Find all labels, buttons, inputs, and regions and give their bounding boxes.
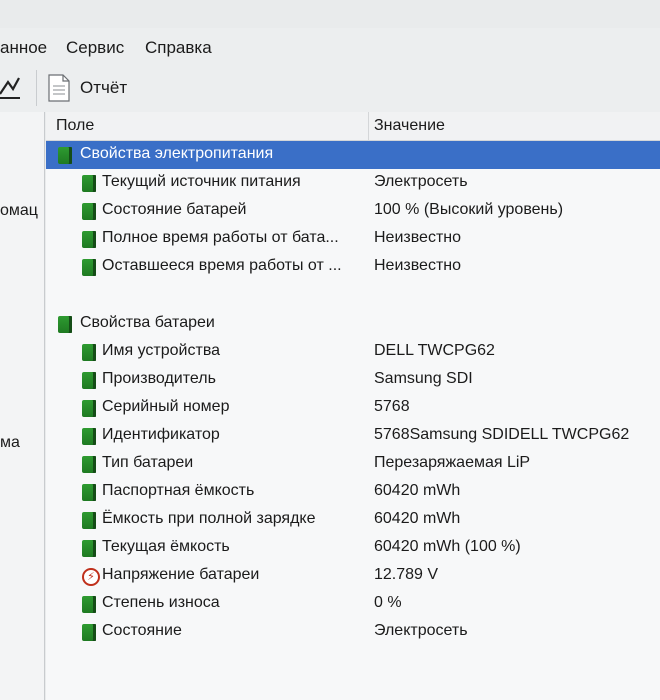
toolbar-separator [36,70,37,106]
nav-fragment[interactable]: омац [0,202,38,220]
battery-icon [82,484,96,501]
field-value: 5768Samsung SDIDELL TWCPG62 [374,426,630,443]
report-label: Отчёт [80,78,128,97]
battery-icon [82,259,96,276]
menu-bar: анное Сервис Справка [0,28,660,64]
table-row[interactable]: Состояние Электросеть [46,618,660,646]
battery-icon [82,512,96,529]
report-button[interactable]: Отчёт [48,72,127,104]
battery-icon [82,596,96,613]
chart-icon[interactable] [0,74,20,100]
battery-icon [82,231,96,248]
field-value: Электросеть [374,622,468,639]
table-row[interactable]: Серийный номер 5768 [46,394,660,422]
battery-icon [82,624,96,641]
field-label: Паспортная ёмкость [102,482,255,499]
table-row[interactable]: Идентификатор 5768Samsung SDIDELL TWCPG6… [46,422,660,450]
field-label: Ёмкость при полной зарядке [102,510,316,527]
table-row[interactable]: Полное время работы от бата... Неизвестн… [46,225,660,253]
field-label: Состояние [102,622,182,639]
field-label: Тип батареи [102,454,194,471]
field-value: 0 % [374,594,402,611]
battery-icon [58,147,72,164]
table-row[interactable]: Паспортная ёмкость 60420 mWh [46,478,660,506]
menu-item-help[interactable]: Справка [145,38,212,58]
toolbar: Отчёт [0,64,660,112]
table-row[interactable]: Степень износа 0 % [46,590,660,618]
field-value: Неизвестно [374,229,462,246]
battery-icon [58,316,72,333]
group-label: Свойства электропитания [80,145,274,162]
menu-item-data[interactable]: анное [0,38,47,58]
field-label: Степень износа [102,594,220,611]
table-row[interactable]: Оставшееся время работы от ... Неизвестн… [46,253,660,281]
nav-fragment[interactable]: ма [0,434,20,452]
table-row[interactable]: Производитель Samsung SDI [46,366,660,394]
field-label: Имя устройства [102,342,221,359]
battery-icon [82,372,96,389]
column-divider[interactable] [368,112,369,140]
field-value: Электросеть [374,173,468,190]
table-row[interactable]: ⚡ Напряжение батареи 12.789 V [46,562,660,590]
field-value: 60420 mWh (100 %) [374,538,521,555]
field-value: Неизвестно [374,257,462,274]
field-value: 60420 mWh [374,510,461,527]
field-value: 100 % (Высокий уровень) [374,201,564,218]
group-row-battery[interactable]: Свойства батареи [46,310,660,338]
navigation-pane[interactable]: омац ма [0,112,45,700]
menu-item-service[interactable]: Сервис [66,38,124,58]
field-label: Напряжение батареи [102,566,260,583]
group-row-power[interactable]: Свойства электропитания [46,141,660,169]
field-value: 12.789 V [374,566,439,583]
field-value: 5768 [374,398,410,415]
battery-icon [82,428,96,445]
table-row[interactable]: Ёмкость при полной зарядке 60420 mWh [46,506,660,534]
column-header: Поле Значение [46,112,660,141]
battery-icon [82,175,96,192]
document-icon [48,74,70,102]
battery-icon [82,203,96,220]
table-row[interactable]: Тип батареи Перезаряжаемая LiP [46,450,660,478]
voltage-icon: ⚡ [82,568,100,586]
field-value: DELL TWCPG62 [374,342,495,359]
table-row[interactable]: Состояние батарей 100 % (Высокий уровень… [46,197,660,225]
field-value: Samsung SDI [374,370,473,387]
table-row[interactable]: Имя устройства DELL TWCPG62 [46,338,660,366]
field-label: Оставшееся время работы от ... [102,257,342,274]
battery-icon [82,456,96,473]
field-value: 60420 mWh [374,482,461,499]
group-label: Свойства батареи [80,314,215,331]
field-label: Состояние батарей [102,201,247,218]
battery-icon [82,344,96,361]
battery-icon [82,400,96,417]
field-label: Текущая ёмкость [102,538,230,555]
column-header-field[interactable]: Поле [56,117,94,135]
column-header-value[interactable]: Значение [374,117,445,135]
battery-icon [82,540,96,557]
field-label: Полное время работы от бата... [102,229,339,246]
table-row[interactable]: Текущая ёмкость 60420 mWh (100 %) [46,534,660,562]
field-label: Текущий источник питания [102,173,301,190]
table-row[interactable]: Текущий источник питания Электросеть [46,169,660,197]
field-value: Перезаряжаемая LiP [374,454,531,471]
field-label: Серийный номер [102,398,230,415]
field-label: Идентификатор [102,426,220,443]
field-label: Производитель [102,370,216,387]
details-panel: Поле Значение Свойства электропитания Те… [46,112,660,700]
